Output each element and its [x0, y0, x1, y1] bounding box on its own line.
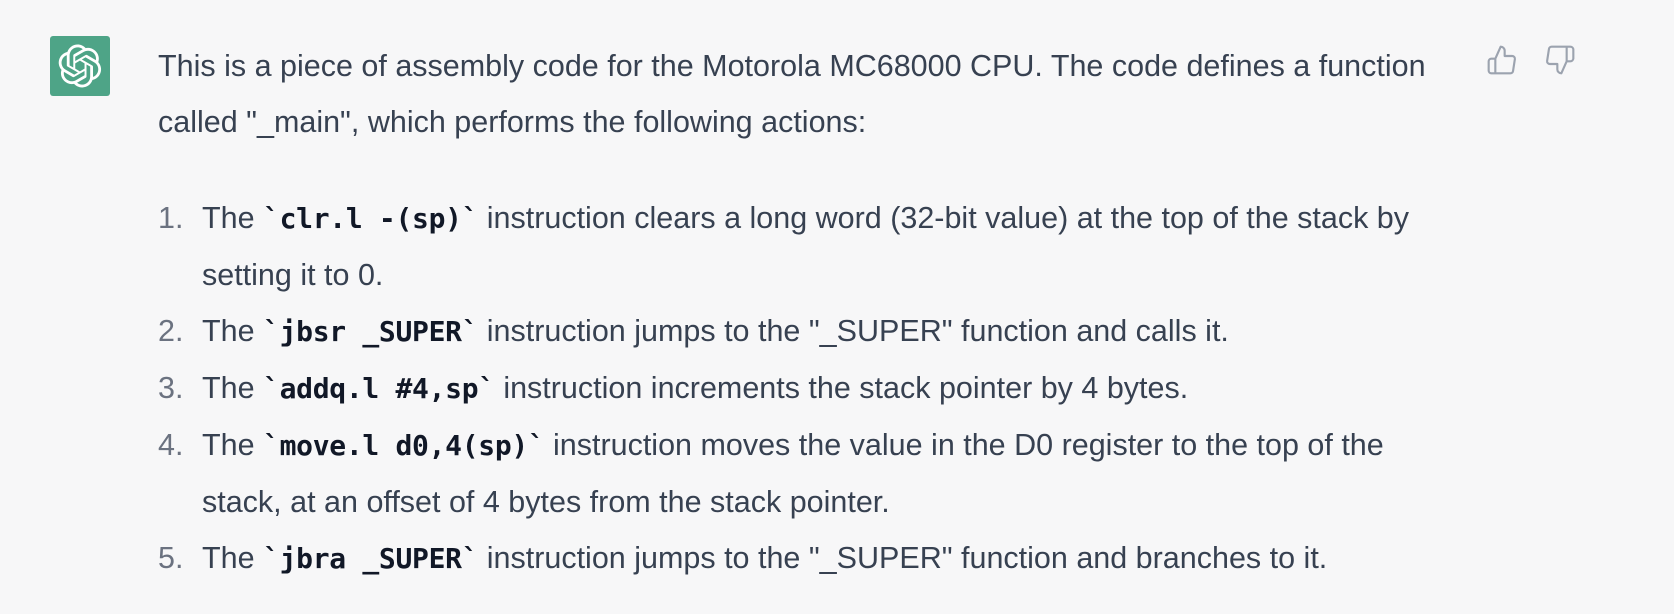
action-list: 1. The `clr.l -(sp)` instruction clears …	[158, 190, 1458, 587]
list-number: 1.	[158, 201, 184, 235]
list-number: 4.	[158, 428, 184, 462]
list-item: 5. The `jbra _SUPER` instruction jumps t…	[158, 530, 1458, 587]
openai-logo-icon	[58, 44, 102, 88]
inline-code: `clr.l -(sp)`	[263, 202, 479, 235]
thumbs-down-button[interactable]	[1542, 42, 1578, 78]
list-text-before: The	[202, 541, 264, 575]
list-item: 3. The `addq.l #4,sp` instruction increm…	[158, 360, 1458, 417]
list-text-after: instruction jumps to the "_SUPER" functi…	[478, 314, 1229, 348]
assistant-message: This is a piece of assembly code for the…	[0, 0, 1674, 614]
list-number: 3.	[158, 371, 184, 405]
list-text-before: The	[202, 201, 264, 235]
thumbs-up-button[interactable]	[1484, 42, 1520, 78]
message-content: This is a piece of assembly code for the…	[158, 38, 1458, 587]
message-intro: This is a piece of assembly code for the…	[158, 49, 1426, 139]
list-number: 5.	[158, 541, 184, 575]
thumbs-up-icon	[1487, 45, 1516, 75]
feedback-actions	[1484, 42, 1578, 78]
list-number: 2.	[158, 314, 184, 348]
inline-code: `addq.l #4,sp`	[263, 372, 495, 405]
list-text-before: The	[202, 428, 264, 462]
list-item: 2. The `jbsr _SUPER` instruction jumps t…	[158, 303, 1458, 360]
list-item: 1. The `clr.l -(sp)` instruction clears …	[158, 190, 1458, 303]
inline-code: `jbra _SUPER`	[263, 542, 479, 575]
inline-code: `move.l d0,4(sp)`	[263, 429, 545, 462]
list-item: 4. The `move.l d0,4(sp)` instruction mov…	[158, 417, 1458, 530]
list-text-after: instruction increments the stack pointer…	[494, 371, 1189, 405]
thumbs-down-icon	[1546, 45, 1575, 75]
assistant-avatar	[50, 36, 110, 96]
list-text-before: The	[202, 314, 264, 348]
list-text-before: The	[202, 371, 264, 405]
inline-code: `jbsr _SUPER`	[263, 315, 479, 348]
list-text-after: instruction jumps to the "_SUPER" functi…	[478, 541, 1328, 575]
